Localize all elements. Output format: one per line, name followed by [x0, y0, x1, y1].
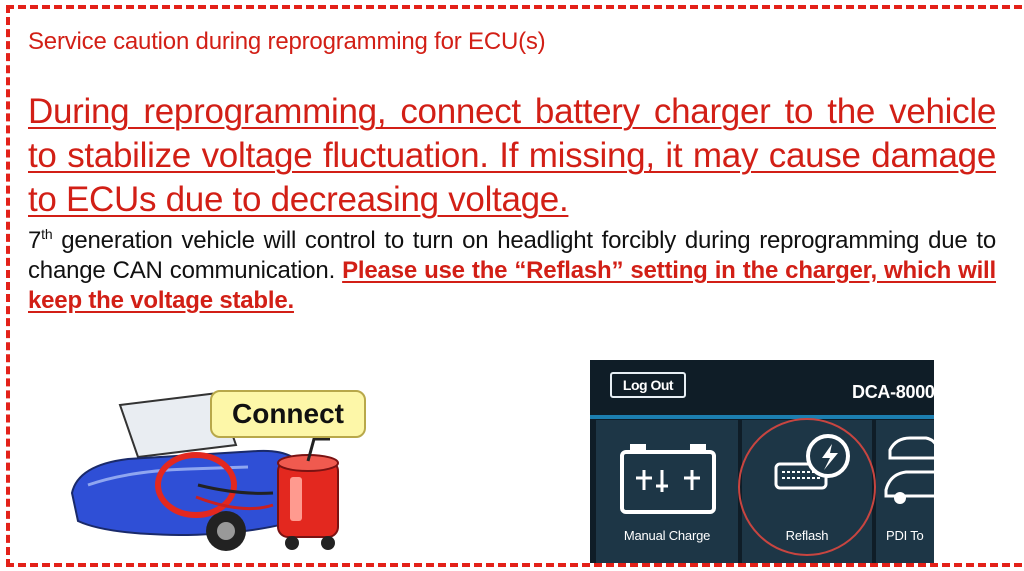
caution-subtitle: Service caution during reprogramming for… [28, 28, 546, 55]
pdi-label: PDI To [886, 528, 924, 543]
manual-charge-label: Manual Charge [623, 528, 711, 543]
generation-number: 7 [28, 227, 42, 254]
logout-button[interactable]: Log Out [610, 372, 686, 398]
reflash-highlight-circle [738, 418, 876, 556]
caution-body: 7th generation vehicle will control to t… [28, 226, 996, 316]
manual-charge-tile[interactable]: Manual Charge [596, 420, 738, 563]
car-icon [884, 436, 934, 504]
caution-heading: During reprogramming, connect battery ch… [28, 92, 996, 219]
connect-label: Connect [210, 390, 366, 438]
header-divider [590, 415, 934, 419]
pdi-tile[interactable]: PDI To [876, 420, 934, 563]
generation-suffix: th [41, 226, 53, 242]
battery-icon [620, 444, 716, 514]
charger-model: DCA-8000 [852, 382, 934, 402]
